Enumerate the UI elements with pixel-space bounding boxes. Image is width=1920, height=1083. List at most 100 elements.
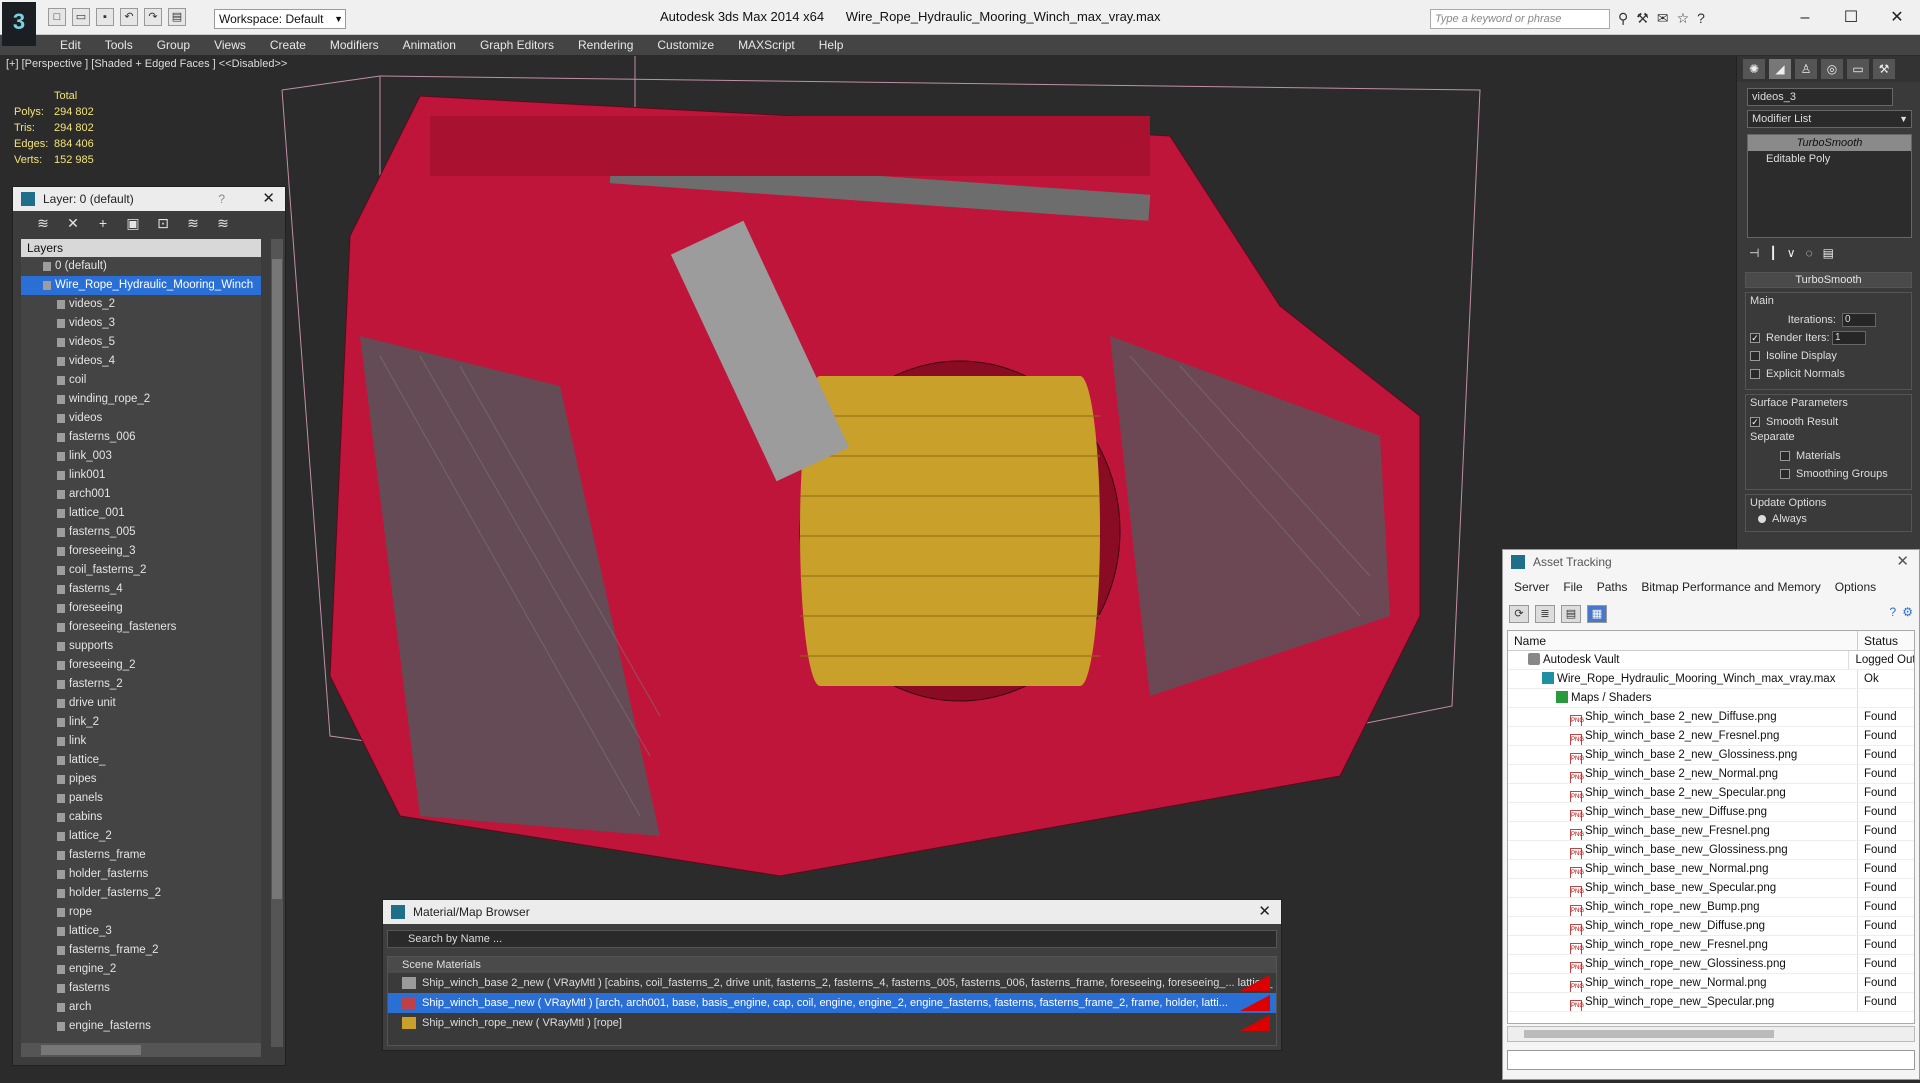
minimize-icon[interactable]: – [1782,0,1828,35]
smooth-result-checkbox[interactable]: ✓ [1750,417,1760,427]
redo-icon[interactable]: ↷ [144,8,162,26]
material-item[interactable]: Ship_winch_rope_new ( VRayMtl ) [rope] [388,1013,1276,1033]
save-icon[interactable]: ▪ [96,8,114,26]
layer-object-item[interactable]: lattice_2 [21,827,261,846]
layer-object-item[interactable]: videos_3 [21,314,261,333]
layer-object-item[interactable]: rope [21,903,261,922]
asset-row[interactable]: PNGShip_winch_base_new_Diffuse.png Found [1508,803,1914,822]
layers-stack-icon[interactable]: ≋ [33,215,53,233]
asset-row[interactable]: PNGShip_winch_base 2_new_Diffuse.png Foun… [1508,708,1914,727]
layer-row-default[interactable]: 0 (default) [21,257,261,276]
turbosmooth-rollout-header[interactable]: TurboSmooth [1745,272,1912,288]
layer-object-item[interactable]: fasterns_4 [21,580,261,599]
layer-object-item[interactable]: holder_fasterns [21,865,261,884]
asset-row[interactable]: Wire_Rope_Hydraulic_Mooring_Winch_max_vr… [1508,670,1914,689]
menu-views[interactable]: Views [202,35,258,55]
asset-menu-file[interactable]: File [1556,578,1589,596]
layer-object-item[interactable]: lattice_3 [21,922,261,941]
close-icon[interactable]: ✕ [262,187,275,211]
layer-object-item[interactable]: fasterns [21,979,261,998]
layer-object-item[interactable]: fasterns_frame [21,846,261,865]
open-file-icon[interactable]: ▭ [72,8,90,26]
workspace-dropdown[interactable]: Workspace: Default ▼ [214,9,346,29]
asset-horizontal-scrollbar[interactable] [1507,1026,1915,1042]
material-search-input[interactable]: Search by Name ... [387,930,1277,948]
layer-object-item[interactable]: fasterns_005 [21,523,261,542]
help-icon[interactable]: ? [1890,605,1897,619]
menu-tools[interactable]: Tools [93,35,145,55]
layer-object-item[interactable]: coil_fasterns_2 [21,561,261,580]
menu-graph-editors[interactable]: Graph Editors [468,35,566,55]
layer-object-item[interactable]: videos_4 [21,352,261,371]
asset-tracking-titlebar[interactable]: Asset Tracking ✕ [1503,550,1919,574]
binoculars-icon[interactable]: ⚲ [1618,10,1628,27]
menu-group[interactable]: Group [145,35,202,55]
object-name-field[interactable]: videos_3 [1747,88,1893,106]
always-radio[interactable]: Always [1750,513,1907,525]
layer-object-item[interactable]: fasterns_frame_2 [21,941,261,960]
layer-object-item[interactable]: link_003 [21,447,261,466]
asset-menu-options[interactable]: Options [1828,578,1883,596]
layer-object-item[interactable]: pipes [21,770,261,789]
layer-panel-titlebar[interactable]: Layer: 0 (default) ? ✕ [13,187,285,211]
scroll-thumb[interactable] [41,1045,141,1055]
viewport-label[interactable]: [+] [Perspective ] [Shaded + Edged Faces… [6,58,287,70]
menu-edit[interactable]: Edit [48,35,93,55]
settings-icon[interactable]: ⚙ [1902,605,1913,619]
layer-horizontal-scrollbar[interactable] [21,1043,261,1057]
layer-object-item[interactable]: coil [21,371,261,390]
asset-menu-paths[interactable]: Paths [1590,578,1635,596]
menu-help[interactable]: Help [807,35,856,55]
layer-object-item[interactable]: link001 [21,466,261,485]
asset-row[interactable]: PNGShip_winch_base_new_Specular.png Found [1508,879,1914,898]
pin-stack-icon[interactable]: ⊣ [1749,246,1759,260]
asset-row[interactable]: PNGShip_winch_base_new_Glossiness.png Fou… [1508,841,1914,860]
layer-object-item[interactable]: videos_5 [21,333,261,352]
asset-row[interactable]: PNGShip_winch_rope_new_Bump.png Found [1508,898,1914,917]
list-view-icon[interactable]: ≣ [1535,605,1555,623]
menu-maxscript[interactable]: MAXScript [726,35,807,55]
make-unique-icon[interactable]: ∨ [1787,246,1796,260]
search-input[interactable]: Type a keyword or phrase [1430,9,1610,29]
asset-row[interactable]: PNGShip_winch_base 2_new_Specular.png Fou… [1508,784,1914,803]
layer-object-item[interactable]: arch [21,998,261,1017]
detail-view-icon[interactable]: ▤ [1561,605,1581,623]
isoline-display-checkbox[interactable] [1750,351,1760,361]
layer-object-item[interactable]: foreseeing_3 [21,542,261,561]
menu-create[interactable]: Create [258,35,318,55]
asset-row[interactable]: Maps / Shaders [1508,689,1914,708]
stack-item-turbosmooth[interactable]: TurboSmooth [1748,135,1911,151]
layer-object-item[interactable]: videos [21,409,261,428]
scene-materials-header[interactable]: Scene Materials [388,957,1276,973]
delete-layer-icon[interactable]: ✕ [63,215,83,233]
maximize-icon[interactable]: ☐ [1828,0,1874,35]
asset-row[interactable]: PNGShip_winch_rope_new_Glossiness.png Fou… [1508,955,1914,974]
create-layer-icon[interactable]: + [93,215,113,233]
modifier-list-dropdown[interactable]: Modifier List ▼ [1747,110,1912,128]
layer-object-item[interactable]: fasterns_006 [21,428,261,447]
asset-row[interactable]: PNGShip_winch_base 2_new_Glossiness.png F… [1508,746,1914,765]
remove-modifier-icon[interactable]: ◌ [1805,246,1812,260]
smoothing-groups-checkbox[interactable] [1780,469,1790,479]
iterations-spinner[interactable]: 0 [1842,313,1876,327]
render-iters-checkbox[interactable]: ✓ [1750,333,1760,343]
configure-sets-icon[interactable]: ▤ [1823,246,1834,260]
display-tab-icon[interactable]: ▭ [1847,59,1869,79]
refresh-icon[interactable]: ⟳ [1509,605,1529,623]
material-browser-titlebar[interactable]: Material/Map Browser ✕ [383,900,1281,924]
material-item[interactable]: Ship_winch_base 2_new ( VRayMtl ) [cabin… [388,973,1276,993]
layer-object-item[interactable]: lattice_ [21,751,261,770]
asset-row[interactable]: Autodesk Vault Logged Out [1508,651,1914,670]
menu-animation[interactable]: Animation [391,35,468,55]
column-name[interactable]: Name [1508,631,1858,650]
layer-object-item[interactable]: lattice_001 [21,504,261,523]
stack-item-editable-poly[interactable]: Editable Poly [1748,151,1911,167]
asset-row[interactable]: PNGShip_winch_base 2_new_Normal.png Found [1508,765,1914,784]
menu-modifiers[interactable]: Modifiers [318,35,391,55]
layer-vertical-scrollbar[interactable] [271,239,283,1047]
layer-object-item[interactable]: holder_fasterns_2 [21,884,261,903]
motion-tab-icon[interactable]: ◎ [1821,59,1843,79]
undo-icon[interactable]: ↶ [120,8,138,26]
layer-object-item[interactable]: cabins [21,808,261,827]
close-icon[interactable]: ✕ [1874,0,1920,35]
